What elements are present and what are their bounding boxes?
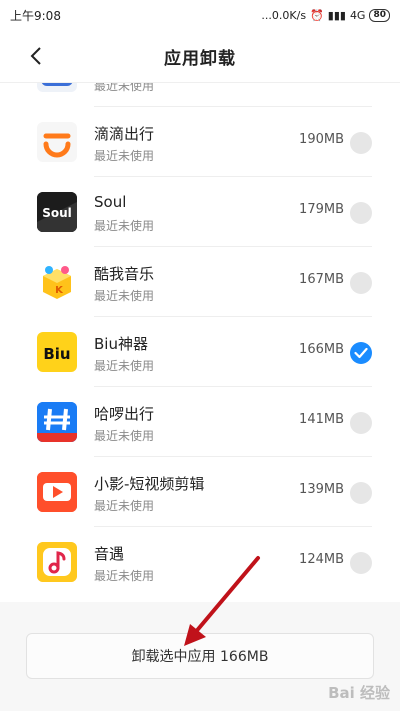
chevron-left-icon [30, 47, 41, 65]
app-size: 190MB [299, 132, 344, 147]
app-icon [37, 82, 77, 92]
app-status: 最近未使用 [94, 219, 155, 233]
list-item-soul[interactable]: Soul Soul 最近未使用 179MB [0, 177, 400, 247]
watermark: Bai 经验 [328, 684, 390, 702]
list-item-didi[interactable]: 滴滴出行 最近未使用 190MB [0, 107, 400, 177]
app-status: 最近未使用 [94, 569, 155, 583]
select-checkbox[interactable] [350, 552, 372, 574]
app-name: Biu神器 [94, 335, 148, 353]
network-type: 4G [349, 8, 366, 22]
select-checkbox[interactable] [350, 202, 372, 224]
checkmark-icon [354, 347, 368, 359]
app-status: 最近未使用 [94, 499, 155, 513]
app-status: 最近未使用 [94, 429, 155, 443]
list-item-xiaoying[interactable]: 小影-短视频剪辑 最近未使用 139MB [0, 457, 400, 527]
select-checkbox[interactable] [350, 482, 372, 504]
app-size: 124MB [299, 552, 344, 567]
app-status: 最近未使用 [94, 149, 155, 163]
soul-icon: Soul [37, 192, 77, 232]
signal-icon: ▮▮▮ [327, 8, 346, 22]
page-title: 应用卸载 [164, 48, 236, 69]
select-checkbox-checked[interactable] [350, 342, 372, 364]
app-status: 最近未使用 [94, 359, 155, 373]
select-checkbox[interactable] [350, 272, 372, 294]
status-bar: 上午9:08 ...0.0K/s ⏰ ▮▮▮ 4G 80 [0, 0, 400, 30]
nav-bar: 应用卸载 [0, 30, 400, 83]
app-size: 139MB [299, 482, 344, 497]
app-size: 167MB [299, 272, 344, 287]
list-item-partial[interactable]: 最近未使用 [0, 82, 400, 107]
app-list[interactable]: 最近未使用 滴滴出行 最近未使用 190MB Soul Soul 最近未使用 1… [0, 82, 400, 602]
network-speed: ...0.0K/s [261, 8, 307, 22]
back-button[interactable] [24, 42, 48, 70]
battery-icon: 80 [369, 8, 390, 22]
app-size: 141MB [299, 412, 344, 427]
uninstall-selected-button[interactable]: 卸载选中应用 166MB [26, 633, 374, 679]
app-size: 179MB [299, 202, 344, 217]
svg-text:Biu: Biu [43, 345, 70, 363]
svg-text:K: K [55, 285, 64, 296]
biu-icon: Biu [37, 332, 77, 372]
select-checkbox[interactable] [350, 132, 372, 154]
didi-icon [37, 122, 77, 162]
select-checkbox[interactable] [350, 412, 372, 434]
app-size: 166MB [299, 342, 344, 357]
list-item-kuwo[interactable]: K 酷我音乐 最近未使用 167MB [0, 247, 400, 317]
list-item-hellobike[interactable]: 哈啰出行 最近未使用 141MB [0, 387, 400, 457]
app-name: 小影-短视频剪辑 [94, 475, 205, 493]
xiaoying-icon [37, 472, 77, 512]
app-status: 最近未使用 [94, 289, 155, 303]
status-time: 上午9:08 [10, 8, 61, 23]
app-name: 音遇 [94, 545, 125, 563]
kuwo-music-icon: K [37, 262, 77, 302]
alarm-icon: ⏰ [310, 8, 324, 22]
app-name: 哈啰出行 [94, 405, 155, 423]
status-indicators: ...0.0K/s ⏰ ▮▮▮ 4G 80 [261, 8, 390, 22]
app-name: 滴滴出行 [94, 125, 155, 143]
app-name: 酷我音乐 [94, 265, 155, 283]
svg-text:Soul: Soul [42, 206, 72, 220]
app-name: Soul [94, 193, 127, 211]
list-item-biu[interactable]: Biu Biu神器 最近未使用 166MB [0, 317, 400, 387]
list-item-yinyu[interactable]: 音遇 最近未使用 124MB [0, 527, 400, 597]
yinyu-icon [37, 542, 77, 582]
bottom-bar: 卸载选中应用 166MB Bai 经验 [0, 602, 400, 711]
hellobike-icon [37, 402, 77, 442]
app-status: 最近未使用 [94, 82, 155, 93]
